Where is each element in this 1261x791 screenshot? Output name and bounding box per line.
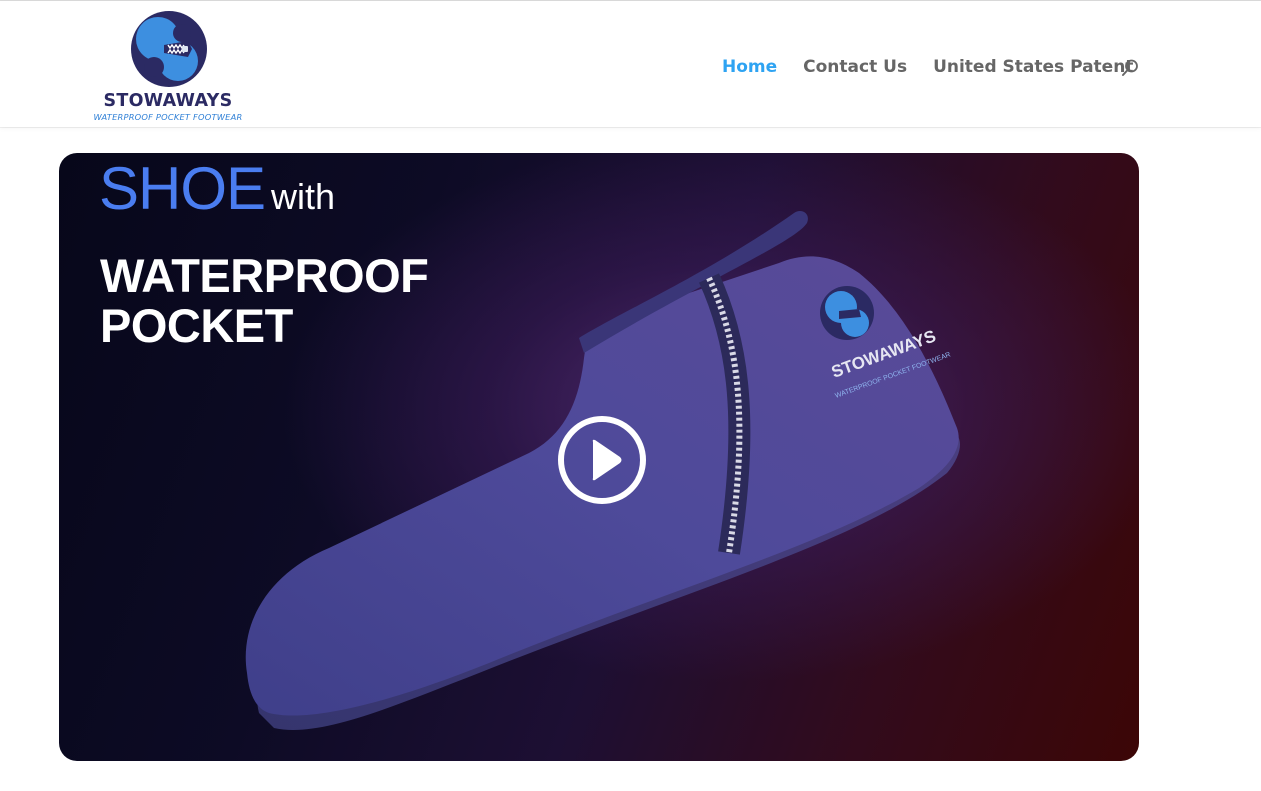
headline-shoe-with: SHOE with bbox=[99, 159, 335, 219]
nav-contact-us[interactable]: Contact Us bbox=[803, 57, 907, 77]
logo-mark-icon bbox=[131, 11, 207, 87]
logo-name: STOWAWAYS bbox=[103, 91, 233, 111]
search-icon[interactable] bbox=[1120, 58, 1140, 78]
headline-small: with bbox=[271, 176, 336, 217]
nav-home[interactable]: Home bbox=[722, 57, 777, 77]
hero-video[interactable]: STOWAWAYS WATERPROOF POCKET FOOTWEAR SHO… bbox=[59, 153, 1139, 761]
main-nav: Home Contact Us United States Patent bbox=[722, 53, 1159, 81]
nav-united-states-patent[interactable]: United States Patent bbox=[933, 57, 1133, 77]
logo-tagline: WATERPROOF POCKET FOOTWEAR bbox=[93, 112, 243, 122]
headline-waterproof-pocket: WATERPROOF POCKET bbox=[100, 249, 429, 352]
site-logo[interactable]: STOWAWAYS WATERPROOF POCKET FOOTWEAR bbox=[84, 7, 252, 123]
site-header: STOWAWAYS WATERPROOF POCKET FOOTWEAR Hom… bbox=[0, 1, 1261, 127]
headline-big: SHOE bbox=[99, 155, 266, 222]
play-icon[interactable] bbox=[557, 415, 647, 505]
